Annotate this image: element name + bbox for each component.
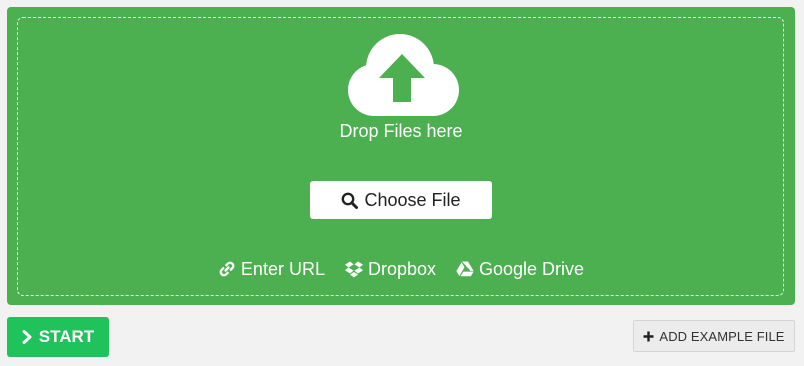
source-links: Enter URL Dropbox Google Drive (7, 258, 795, 280)
upload-panel[interactable]: Drop Files here Choose File Enter URL Dr… (7, 7, 795, 305)
add-example-file-button[interactable]: ADD EXAMPLE FILE (633, 320, 795, 352)
google-drive-label: Google Drive (479, 259, 585, 279)
dropbox-label: Dropbox (367, 259, 437, 279)
dropbox-icon (344, 261, 363, 278)
add-example-file-label: ADD EXAMPLE FILE (659, 328, 785, 344)
choose-file-label: Choose File (364, 189, 461, 210)
chevron-right-icon (22, 330, 33, 344)
enter-url-link[interactable]: Enter URL (218, 258, 325, 280)
drop-files-text: Drop Files here (339, 121, 463, 141)
page: Drop Files here Choose File Enter URL Dr… (0, 0, 804, 366)
link-icon (218, 260, 236, 278)
enter-url-label: Enter URL (240, 259, 325, 279)
google-drive-link[interactable]: Google Drive (456, 258, 584, 280)
choose-file-button[interactable]: Choose File (310, 181, 492, 219)
google-drive-icon (456, 261, 474, 277)
start-button[interactable]: START (7, 317, 109, 357)
search-icon (341, 192, 359, 209)
start-label: START (38, 327, 95, 346)
plus-icon (643, 331, 654, 342)
dropbox-link[interactable]: Dropbox (344, 258, 437, 280)
cloud-upload-icon (345, 34, 459, 116)
